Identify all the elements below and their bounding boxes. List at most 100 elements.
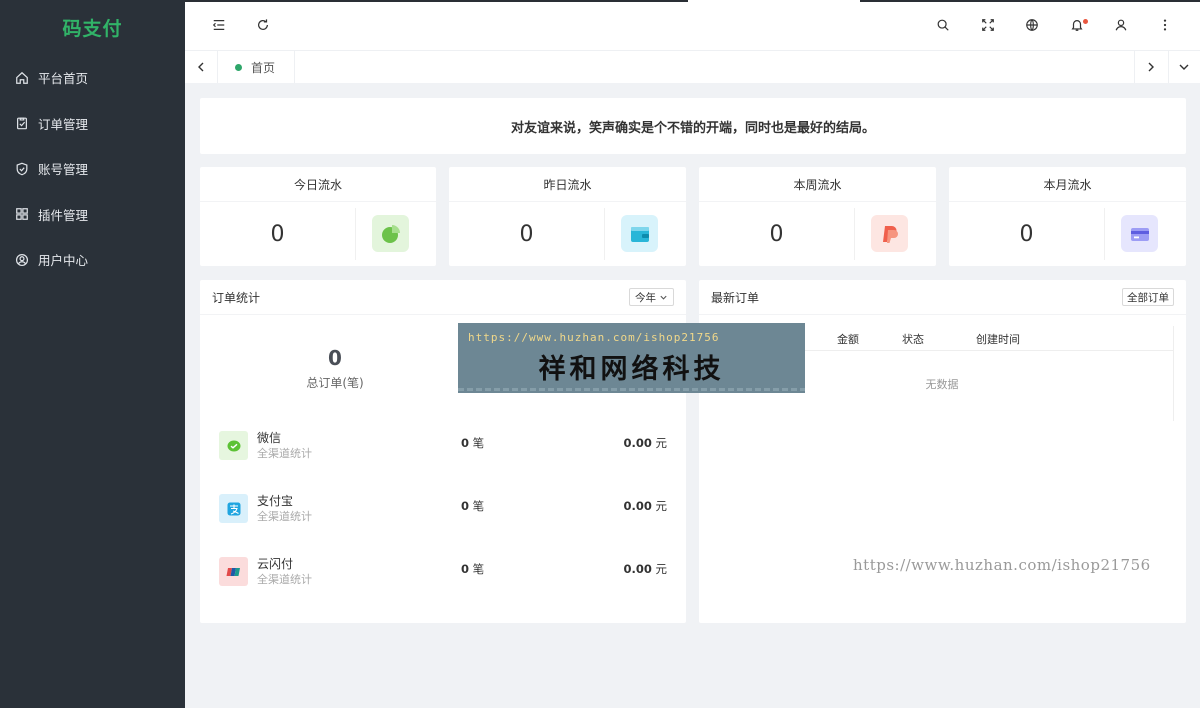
tab-home-label: 首页	[251, 60, 276, 75]
channel-amount: 0.00 元	[623, 435, 667, 451]
total-orders-value: 0	[328, 346, 342, 370]
tab-divider	[217, 51, 218, 83]
stat-divider	[854, 208, 855, 260]
shield-check-icon	[15, 162, 29, 176]
home-icon	[15, 71, 29, 85]
channel-count-unit: 笔	[472, 436, 485, 450]
channel-amount-unit: 元	[655, 499, 668, 513]
stat-card-today: 今日流水 0	[200, 167, 436, 266]
alipay-icon	[219, 494, 248, 523]
stat-title: 今日流水	[200, 167, 436, 202]
channel-sub: 全渠道统计	[257, 573, 312, 586]
header-accent-bar	[185, 0, 688, 2]
channel-sub: 全渠道统计	[257, 447, 312, 460]
channel-row-wechat: 微信 全渠道统计 0 笔 0.00 元	[200, 425, 686, 467]
channel-amount: 0.00 元	[623, 561, 667, 577]
channel-count-value: 0	[461, 499, 470, 513]
pie-chart-icon	[372, 215, 409, 252]
chevron-left-icon	[198, 62, 204, 72]
unionpay-icon	[219, 557, 248, 586]
tab-bar: 首页	[185, 51, 1200, 83]
stat-value: 0	[270, 221, 285, 247]
sidebar-item-home[interactable]: 平台首页	[0, 55, 185, 101]
watermark-url-bottom: https://www.huzhan.com/ishop21756	[853, 556, 1151, 574]
column-header: 创建时间	[976, 333, 1020, 346]
channel-count-unit: 笔	[472, 562, 485, 576]
menu-fold-icon[interactable]	[211, 17, 227, 33]
clipboard-check-icon	[15, 116, 29, 130]
channel-count: 0 笔	[461, 561, 484, 577]
sidebar-item-plugins[interactable]: 插件管理	[0, 192, 185, 238]
channel-count-unit: 笔	[472, 499, 485, 513]
column-header: 金额	[837, 333, 859, 346]
grid-icon	[15, 207, 29, 221]
channel-amount-unit: 元	[655, 436, 668, 450]
search-icon[interactable]	[935, 17, 951, 33]
channel-amount-value: 0.00	[623, 562, 652, 576]
channel-name: 微信	[257, 431, 282, 445]
top-header	[185, 0, 1200, 51]
channel-count: 0 笔	[461, 498, 484, 514]
sidebar: 码支付 平台首页 订单管理 账号管理 插件管理 用户中心	[0, 0, 185, 708]
stat-divider	[1104, 208, 1105, 260]
refresh-icon[interactable]	[255, 17, 271, 33]
notice-text: 对友谊来说，笑声确实是个不错的开端，同时也是最好的结局。	[510, 120, 875, 136]
watermark-decoration	[458, 388, 805, 391]
watermark-url: https://www.huzhan.com/ishop21756	[468, 331, 720, 344]
stat-value: 0	[769, 221, 784, 247]
watermark-title: 祥和网络科技	[538, 354, 725, 385]
stat-card-month: 本月流水 0	[949, 167, 1186, 266]
active-tab-dot	[235, 63, 242, 71]
wallet-icon	[621, 215, 658, 252]
channel-name: 云闪付	[257, 557, 294, 571]
sidebar-item-label: 账号管理	[38, 162, 89, 178]
user-icon[interactable]	[1113, 17, 1129, 33]
globe-icon[interactable]	[1024, 17, 1040, 33]
notice-card: 对友谊来说，笑声确实是个不错的开端，同时也是最好的结局。	[200, 98, 1186, 154]
tab-menu-button[interactable]	[1168, 51, 1200, 83]
sidebar-item-label: 用户中心	[38, 253, 89, 269]
sidebar-item-label: 插件管理	[38, 207, 89, 223]
tab-home[interactable]: 首页	[221, 51, 289, 83]
card-icon	[1121, 215, 1158, 252]
notification-dot	[1083, 19, 1088, 24]
user-circle-icon	[15, 253, 29, 267]
channel-count-value: 0	[461, 562, 470, 576]
watermark-banner: https://www.huzhan.com/ishop21756 祥和网络科技	[458, 323, 805, 393]
channel-sub: 全渠道统计	[257, 510, 312, 523]
tab-scroll-left-button[interactable]	[185, 51, 217, 83]
channel-count: 0 笔	[461, 435, 484, 451]
sidebar-item-orders[interactable]: 订单管理	[0, 101, 185, 147]
sidebar-item-label: 平台首页	[38, 71, 89, 87]
stat-value: 0	[1019, 221, 1034, 247]
fullscreen-icon[interactable]	[980, 17, 996, 33]
order-stats-title: 订单统计	[212, 290, 261, 305]
header-accent-bar	[860, 0, 1200, 2]
order-stats-header: 订单统计 今年	[200, 280, 686, 315]
paypal-icon	[871, 215, 908, 252]
more-vertical-icon[interactable]	[1157, 17, 1173, 33]
tab-scroll-right-button[interactable]	[1135, 51, 1167, 83]
channel-count-value: 0	[461, 436, 470, 450]
chevron-right-icon	[1148, 62, 1154, 72]
sidebar-item-user-center[interactable]: 用户中心	[0, 237, 185, 283]
latest-orders-title: 最新订单	[711, 290, 760, 305]
stat-card-yesterday: 昨日流水 0	[449, 167, 686, 266]
stat-value: 0	[519, 221, 534, 247]
chevron-down-icon	[1179, 64, 1189, 70]
stat-divider	[355, 208, 356, 260]
stat-divider	[604, 208, 605, 260]
app-logo[interactable]: 码支付	[0, 0, 185, 55]
stat-card-week: 本周流水 0	[699, 167, 936, 266]
bell-icon[interactable]	[1069, 17, 1088, 33]
year-select-value: 今年	[635, 291, 656, 304]
wechat-icon	[219, 431, 248, 460]
channel-name: 支付宝	[257, 494, 294, 508]
all-orders-button[interactable]: 全部订单	[1122, 288, 1174, 306]
stat-title: 本月流水	[949, 167, 1186, 202]
sidebar-item-accounts[interactable]: 账号管理	[0, 146, 185, 192]
year-select[interactable]: 今年	[629, 288, 674, 306]
channel-amount-value: 0.00	[623, 499, 652, 513]
sidebar-item-label: 订单管理	[38, 116, 89, 132]
column-header: 状态	[902, 333, 924, 346]
